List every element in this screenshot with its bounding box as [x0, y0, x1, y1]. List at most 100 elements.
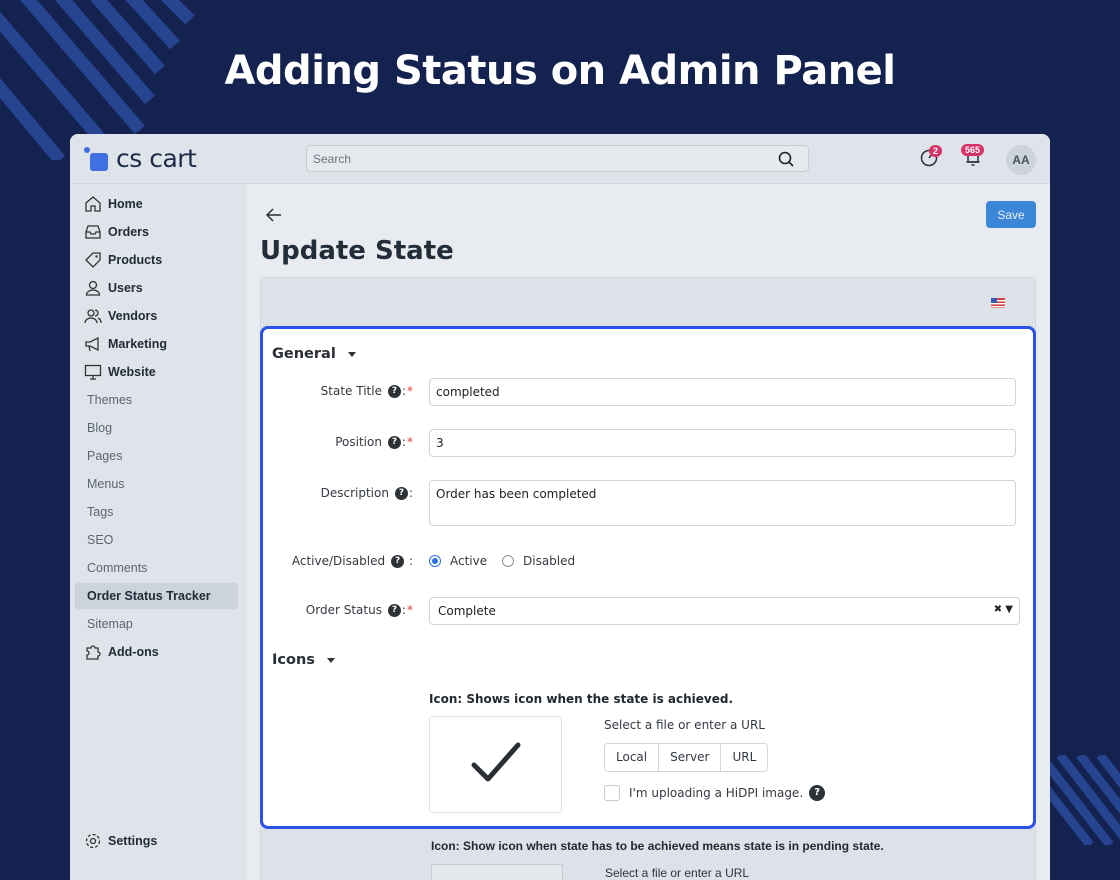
- notifications-button[interactable]: 565: [961, 144, 985, 172]
- active-disabled-label: Active/Disabled ? :: [291, 554, 413, 568]
- cs-cart-logo-icon: [84, 146, 108, 171]
- order-status-label: Order Status ?: *: [305, 603, 413, 617]
- caret-down-icon: [326, 657, 335, 663]
- radio-active-indicator[interactable]: [429, 555, 441, 567]
- pending-icon-caption: Icon: Show icon when state has to be ach…: [431, 839, 884, 853]
- hidpi-checkbox[interactable]: [604, 785, 620, 801]
- logo[interactable]: cs cart: [84, 144, 197, 173]
- sidebar-item-comments[interactable]: Comments: [75, 555, 238, 581]
- tag-icon: [85, 252, 101, 268]
- help-icon[interactable]: ?: [387, 435, 401, 449]
- sidebar-item-vendors[interactable]: Vendors: [84, 304, 238, 328]
- help-icon[interactable]: ?: [394, 486, 408, 500]
- sidebar-item-website[interactable]: Website: [84, 360, 238, 384]
- help-badge: 2: [929, 145, 943, 157]
- users-icon: [84, 309, 102, 324]
- label-text: State Title: [320, 384, 382, 398]
- puzzle-icon: [86, 645, 101, 660]
- url-button[interactable]: URL: [721, 744, 768, 771]
- sidebar-item-addons[interactable]: Add-ons: [84, 640, 238, 664]
- sidebar-item-products[interactable]: Products: [84, 248, 238, 272]
- radio-disabled-indicator[interactable]: [502, 555, 514, 567]
- sidebar-item-label: Vendors: [108, 309, 158, 323]
- section-icons[interactable]: Icons: [272, 652, 335, 668]
- hidpi-label: I'm uploading a HiDPI image.: [629, 786, 804, 800]
- us-flag-icon[interactable]: [991, 298, 1005, 308]
- label-text: Active/Disabled: [291, 554, 386, 568]
- position-input[interactable]: 3: [429, 429, 1016, 457]
- user-icon: [85, 280, 101, 296]
- checkmark-icon: [471, 742, 521, 782]
- banner-title: Adding Status on Admin Panel: [224, 48, 896, 94]
- caret-down-icon: [347, 351, 356, 357]
- gear-icon: [85, 833, 101, 849]
- sidebar-item-label: Settings: [108, 834, 158, 848]
- help-icon[interactable]: ?: [391, 554, 405, 568]
- description-textarea[interactable]: Order has been completed: [429, 480, 1016, 526]
- search-icon[interactable]: [778, 151, 794, 167]
- state-title-input[interactable]: completed: [429, 378, 1016, 406]
- help-icon[interactable]: ?: [809, 785, 826, 801]
- select-controls[interactable]: ✖ ▼: [994, 604, 1013, 615]
- help-button[interactable]: 2: [920, 145, 943, 172]
- sidebar-item-tags[interactable]: Tags: [75, 499, 238, 525]
- monitor-icon: [84, 364, 102, 380]
- sidebar-item-users[interactable]: Users: [84, 276, 238, 300]
- sidebar-item-label: Website: [108, 365, 156, 379]
- sidebar-item-menus[interactable]: Menus: [75, 471, 238, 497]
- sidebar: Home Orders Products Users Vendors Marke…: [70, 184, 246, 880]
- top-bar: cs cart Search 2 565 AA: [70, 134, 1050, 184]
- sidebar-item-label: Home: [108, 197, 143, 211]
- order-status-value: Complete: [438, 604, 496, 618]
- notifications-badge: 565: [961, 144, 985, 156]
- section-general[interactable]: General: [272, 346, 356, 362]
- radio-active[interactable]: Active: [429, 554, 487, 568]
- description-label: Description ?:: [320, 486, 413, 500]
- icon-caption: Icon: Shows icon when the state is achie…: [429, 692, 734, 706]
- help-icon[interactable]: ?: [387, 603, 401, 617]
- file-select-text: Select a file or enter a URL: [604, 718, 765, 732]
- sidebar-item-blog[interactable]: Blog: [75, 415, 238, 441]
- logo-text: cs cart: [116, 144, 197, 173]
- highlighted-form-card: General State Title ?: * completed Positi…: [260, 326, 1036, 829]
- section-title: General: [272, 346, 336, 362]
- sidebar-item-sitemap[interactable]: Sitemap: [75, 611, 238, 637]
- radio-disabled[interactable]: Disabled: [502, 554, 575, 568]
- icon-preview: [429, 716, 562, 813]
- avatar[interactable]: AA: [1006, 145, 1036, 175]
- sidebar-item-home[interactable]: Home: [84, 192, 238, 216]
- inbox-icon: [85, 225, 101, 239]
- megaphone-icon: [85, 336, 99, 352]
- sidebar-item-orders[interactable]: Orders: [84, 220, 238, 244]
- help-icon[interactable]: ?: [387, 384, 401, 398]
- sidebar-item-label: Marketing: [108, 337, 168, 351]
- home-icon: [85, 196, 101, 212]
- radio-label: Disabled: [523, 554, 576, 568]
- position-label: Position ?: *: [335, 435, 413, 449]
- decorative-stripes-bottom-right: [1040, 755, 1120, 845]
- sidebar-item-themes[interactable]: Themes: [75, 387, 238, 413]
- order-status-select[interactable]: Complete ✖ ▼: [429, 597, 1020, 625]
- hidpi-checkbox-row[interactable]: I'm uploading a HiDPI image. ?: [604, 785, 826, 801]
- sidebar-item-marketing[interactable]: Marketing: [84, 332, 238, 356]
- search-input[interactable]: Search: [306, 145, 809, 172]
- search-placeholder: Search: [313, 152, 352, 166]
- upload-source-buttons: Local Server URL: [604, 743, 769, 772]
- back-arrow-icon[interactable]: [266, 208, 282, 222]
- sidebar-item-label: Add-ons: [108, 645, 159, 659]
- sidebar-item-settings[interactable]: Settings: [84, 829, 238, 853]
- local-button[interactable]: Local: [605, 744, 660, 771]
- server-button[interactable]: Server: [659, 744, 722, 771]
- label-text: Position: [335, 435, 382, 449]
- pending-icon-preview: [431, 864, 563, 880]
- save-button[interactable]: Save: [986, 201, 1036, 228]
- sidebar-item-label: Users: [108, 281, 143, 295]
- state-title-label: State Title ?: *: [320, 384, 413, 398]
- sidebar-item-seo[interactable]: SEO: [75, 527, 238, 553]
- sidebar-item-label: Orders: [108, 225, 149, 239]
- sidebar-item-pages[interactable]: Pages: [75, 443, 238, 469]
- sidebar-item-order-status-tracker[interactable]: Order Status Tracker: [75, 583, 238, 609]
- page-title: Update State: [260, 236, 454, 266]
- label-text: Description: [320, 486, 389, 500]
- pending-file-text: Select a file or enter a URL: [605, 866, 750, 880]
